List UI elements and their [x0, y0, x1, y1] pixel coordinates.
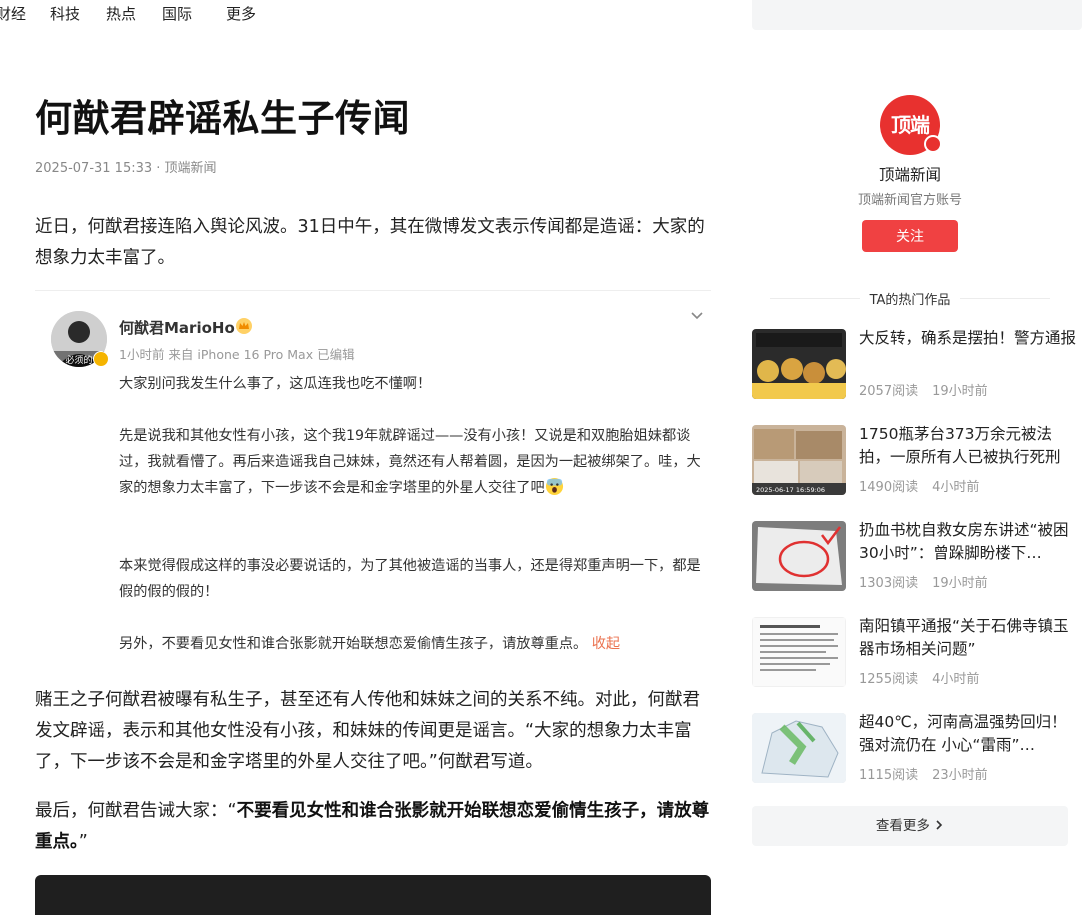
see-more-button[interactable]: 查看更多 [752, 806, 1068, 846]
hot-item[interactable]: 大反转，确系是摆拍！警方通报 2057阅读 19小时前 [752, 329, 1082, 401]
hot-item-meta: 2057阅读 19小时前 [859, 380, 988, 399]
hot-item-title[interactable]: 1750瓶茅台373万余元被法拍，一原所有人已被执行死刑 [859, 423, 1081, 469]
hot-item-title[interactable]: 超40℃，河南高温强势回归！强对流仍在 小心“雷雨”… [859, 711, 1081, 757]
hot-item-reads: 2057阅读 [859, 384, 919, 399]
weibo-paragraph-text: 先是说我和其他女性有小孩，这个我19年就辟谣过——没有小孩！又说是和双胞胎姐妹都… [119, 428, 701, 496]
hot-item-reads: 1115阅读 [859, 768, 919, 783]
thumb-timestamp: 2025-06-17 16:59:06 [756, 486, 825, 494]
verified-badge-icon [93, 351, 109, 367]
top-nav: 财经 科技 热点 国际 更多 [0, 0, 740, 30]
article-quote-lead: 最后，何猷君告诫大家：“ [35, 801, 237, 821]
scream-emoji-icon [545, 477, 563, 496]
right-sidebar: 顶端 顶端新闻 顶端新闻官方账号 关注 TA的热门作品 大反转，确系是摆拍！警方… [752, 0, 1082, 902]
hot-item-meta: 1490阅读 4小时前 [859, 476, 979, 495]
weibo-username[interactable]: 何猷君MarioHo [119, 317, 235, 338]
chevron-right-icon [936, 820, 943, 830]
hot-item-title[interactable]: 扔血书枕自救女房东讲述“被困30小时”：曾跺脚盼楼下… [859, 519, 1081, 565]
avatar-text: 必须的 [65, 354, 92, 366]
weibo-paragraph: 先是说我和其他女性有小孩，这个我19年就辟谣过——没有小孩！又说是和双胞胎姐妹都… [119, 423, 703, 501]
hot-item-meta: 1115阅读 23小时前 [859, 764, 988, 783]
hot-item[interactable]: 2025-06-17 16:59:06 1750瓶茅台373万余元被法拍，一原所… [752, 425, 1082, 497]
hot-item-reads: 1303阅读 [859, 576, 919, 591]
article-intro: 近日，何猷君接连陷入舆论风波。31日中午，其在微博发文表示传闻都是造谣：大家的想… [35, 217, 705, 268]
hot-item-thumbnail: 2025-06-17 16:59:06 [752, 425, 846, 495]
article-title: 何猷君辟谣私生子传闻 [35, 97, 410, 140]
article-meta: 2025-07-31 15:33 · 顶端新闻 [35, 161, 217, 176]
hot-item-thumbnail [752, 329, 846, 399]
nav-item-more[interactable]: 更多 [226, 3, 256, 24]
weibo-embed: 必须的 何猷君MarioHo 1小时前 来自 iPhone 16 Pro Max… [35, 290, 711, 669]
article-quote-tail: ” [78, 832, 88, 852]
see-more-label: 查看更多 [875, 818, 930, 834]
crown-icon [236, 318, 252, 334]
weibo-paragraph: 本来觉得假成这样的事没必要说话的，为了其他被造谣的当事人，还是得郑重声明一下，都… [119, 558, 701, 600]
nav-item-tech[interactable]: 科技 [50, 3, 80, 24]
nav-item-finance[interactable]: 财经 [0, 3, 26, 24]
weibo-meta: 1小时前 来自 iPhone 16 Pro Max 已编辑 [119, 347, 355, 362]
nav-item-hot[interactable]: 热点 [106, 3, 136, 24]
author-logo[interactable]: 顶端 [880, 95, 942, 155]
hot-item-time: 19小时前 [932, 384, 988, 399]
nav-item-international[interactable]: 国际 [162, 3, 192, 24]
hot-item-meta: 1255阅读 4小时前 [859, 668, 979, 687]
hot-item-title[interactable]: 南阳镇平通报“关于石佛寺镇玉器市场相关问题” [859, 615, 1081, 661]
article-paragraph: 赌王之子何猷君被曝有私生子，甚至还有人传他和妹妹之间的关系不纯。对此，何猷君发文… [35, 690, 700, 772]
weibo-paragraph-text: 另外，不要看见女性和谁合张影就开始联想恋爱偷情生孩子，请放尊重点。 [119, 636, 588, 652]
chevron-down-icon[interactable] [689, 307, 705, 323]
hot-item-reads: 1490阅读 [859, 480, 919, 495]
author-logo-text: 顶端 [891, 113, 930, 137]
weibo-paragraph: 另外，不要看见女性和谁合张影就开始联想恋爱偷情生孩子，请放尊重点。 收起 [119, 631, 703, 657]
hot-item-time: 19小时前 [932, 576, 988, 591]
hot-item-time: 4小时前 [932, 480, 980, 495]
hot-works-title: TA的热门作品 [752, 289, 1068, 308]
hot-item[interactable]: 南阳镇平通报“关于石佛寺镇玉器市场相关问题” 1255阅读 4小时前 [752, 617, 1082, 689]
author-name[interactable]: 顶端新闻 [752, 163, 1068, 185]
article-paragraph: 最后，何猷君告诫大家：“不要看见女性和谁合张影就开始联想恋爱偷情生孩子，请放尊重… [35, 796, 715, 858]
article-image [35, 875, 711, 915]
hot-item-title[interactable]: 大反转，确系是摆拍！警方通报 [859, 327, 1081, 350]
hot-item-thumbnail [752, 521, 846, 591]
follow-button[interactable]: 关注 [862, 220, 958, 252]
hot-item-time: 4小时前 [932, 672, 980, 687]
weibo-paragraph: 大家别问我发生什么事了，这瓜连我也吃不懂啊！ [119, 376, 432, 392]
hot-item-reads: 1255阅读 [859, 672, 919, 687]
hot-item-thumbnail [752, 713, 846, 783]
collapse-link[interactable]: 收起 [592, 636, 620, 652]
hot-item-thumbnail [752, 617, 846, 687]
author-desc: 顶端新闻官方账号 [857, 193, 962, 208]
hot-item-meta: 1303阅读 19小时前 [859, 572, 988, 591]
hot-item[interactable]: 扔血书枕自救女房东讲述“被困30小时”：曾跺脚盼楼下… 1303阅读 19小时前 [752, 521, 1082, 593]
hot-item-time: 23小时前 [932, 768, 988, 783]
verified-check-icon [924, 135, 942, 153]
hot-item[interactable]: 超40℃，河南高温强势回归！强对流仍在 小心“雷雨”… 1115阅读 23小时前 [752, 713, 1082, 785]
